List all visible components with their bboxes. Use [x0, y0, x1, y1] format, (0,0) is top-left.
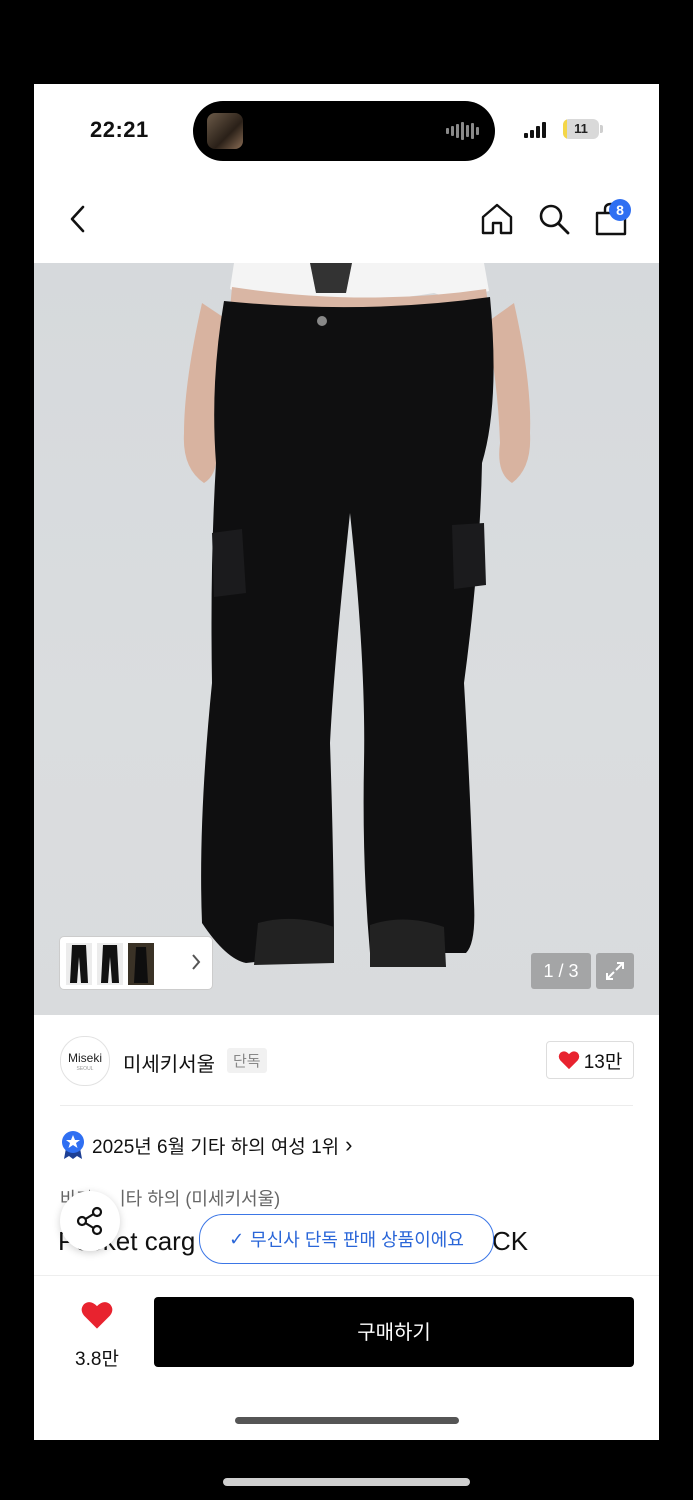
outer-home-indicator — [223, 1478, 470, 1486]
heart-icon — [81, 1302, 113, 1329]
wishlist-count: 3.8만 — [75, 1349, 119, 1370]
thumbnail-3[interactable] — [128, 943, 154, 985]
app-screen: 22:21 11 8 1 / 3 Miseki SEOUL 미세키서울 단독 1… — [34, 84, 659, 1440]
back-button[interactable] — [58, 199, 98, 239]
search-icon — [539, 204, 570, 235]
search-button[interactable] — [534, 199, 574, 239]
battery-icon: 11 — [563, 119, 599, 139]
cart-count-badge: 8 — [609, 199, 631, 221]
ranking-link[interactable]: 2025년 6월 기타 하의 여성 1위 › — [60, 1130, 352, 1160]
category-name: 기타 하의 (미세키서울) — [109, 1189, 281, 1209]
brand-like-count: 13만 — [583, 1051, 623, 1073]
battery-percent: 11 — [574, 121, 588, 136]
audio-waveform-icon — [446, 121, 479, 141]
chevron-right-icon: › — [345, 1132, 353, 1157]
home-indicator[interactable] — [235, 1417, 459, 1424]
cellular-signal-icon — [524, 122, 546, 138]
brand-logo[interactable]: Miseki SEOUL — [60, 1036, 110, 1086]
exclusive-sale-toast: ✓ 무신사 단독 판매 상품이에요 — [199, 1214, 494, 1264]
thumbnail-2[interactable] — [97, 943, 123, 985]
brand-name[interactable]: 미세키서울 — [123, 1048, 215, 1077]
toast-text: 무신사 단독 판매 상품이에요 — [250, 1230, 464, 1250]
brand-logo-sub: SEOUL — [76, 1066, 94, 1072]
bottom-action-bar: 3.8만 구매하기 — [34, 1275, 659, 1440]
divider — [60, 1105, 633, 1106]
dynamic-island[interactable] — [193, 101, 495, 161]
check-icon: ✓ — [229, 1228, 245, 1249]
wishlist-button[interactable] — [80, 1300, 114, 1335]
ranking-medal-icon — [62, 1131, 84, 1159]
home-icon — [481, 203, 513, 235]
product-image[interactable]: 1 / 3 — [34, 263, 659, 1015]
now-playing-artwork — [207, 113, 243, 149]
battery-nub — [600, 125, 603, 133]
status-time: 22:21 — [90, 117, 149, 142]
image-page-counter: 1 / 3 — [531, 953, 591, 989]
heart-icon — [558, 1051, 579, 1070]
share-button[interactable] — [60, 1191, 120, 1251]
back-arrow-icon — [70, 205, 85, 233]
buy-button[interactable]: 구매하기 — [154, 1297, 634, 1367]
product-photo-cargo-pants — [183, 263, 531, 967]
home-button[interactable] — [477, 199, 517, 239]
expand-button[interactable] — [596, 953, 634, 989]
expand-icon — [606, 962, 624, 980]
brand-like-button[interactable]: 13만 — [546, 1041, 634, 1079]
share-icon — [76, 1206, 103, 1236]
brand-logo-text: Miseki — [67, 1051, 102, 1065]
chevron-right-icon[interactable] — [190, 952, 202, 977]
ranking-text: 2025년 6월 기타 하의 여성 1위 — [92, 1136, 340, 1158]
exclusive-tag: 단독 — [227, 1048, 267, 1073]
thumbnail-strip[interactable] — [60, 937, 212, 989]
product-title-end: CK — [492, 1226, 529, 1256]
thumbnail-1[interactable] — [66, 943, 92, 985]
